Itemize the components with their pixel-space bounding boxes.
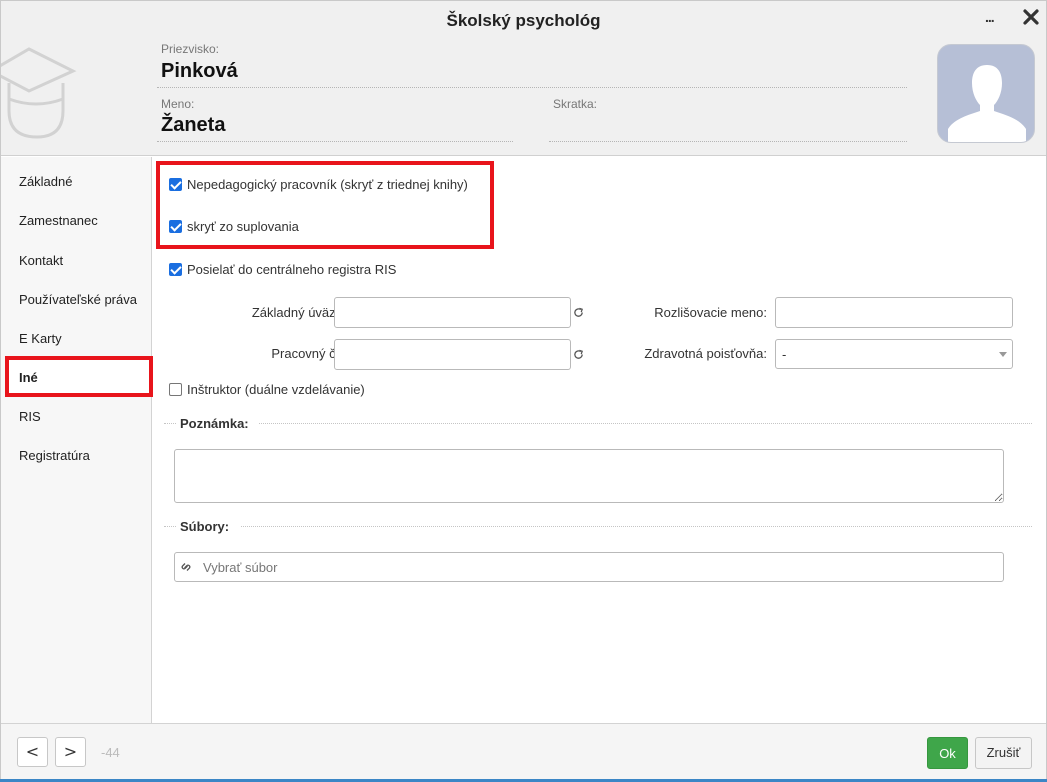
health-insurance-select[interactable]: - [775,339,1013,369]
ok-button[interactable]: Ok [927,737,968,769]
sidebar-item-registratura[interactable]: Registratúra [19,448,90,463]
title-bar: Školský psychológ ... [1,1,1046,39]
sidebar-item-ris[interactable]: RIS [19,409,41,424]
checkbox-highlight [156,161,494,249]
hide-substitution-checkbox[interactable] [169,220,182,233]
avatar[interactable] [937,44,1035,143]
non-pedagogical-label: Nepedagogický pracovník (skryť z triedne… [187,177,468,192]
send-ris-label: Posielať do centrálneho registra RIS [187,262,397,277]
sidebar-item-zakladne[interactable]: Základné [19,174,72,189]
files-section-title: Súbory: [180,519,230,534]
refresh-icon[interactable] [573,349,584,360]
hide-substitution-label: skryť zo suplovania [187,219,299,234]
firstname-underline [157,141,513,142]
files-section-line-right [241,526,1032,527]
note-textarea[interactable] [174,449,1004,503]
abbreviation-underline [549,141,907,142]
close-icon[interactable] [1021,7,1041,27]
files-section-line-left [164,526,176,527]
hide-substitution-row[interactable]: skryť zo suplovania [169,219,299,234]
instructor-label: Inštruktor (duálne vzdelávanie) [187,382,365,397]
note-section-line-left [164,423,176,424]
sidebar-item-zamestnanec[interactable]: Zamestnanec [19,213,98,228]
sidebar-item-ine[interactable]: Iné [19,370,38,385]
abbreviation-label: Skratka: [553,97,598,111]
employee-header: Priezvisko: Pinková Meno: Žaneta Skratka… [1,39,1046,156]
file-placeholder: Vybrať súbor [203,560,278,575]
working-time-input[interactable] [334,339,571,370]
distinguishing-name-input[interactable] [775,297,1013,328]
surname-label: Priezvisko: [161,42,220,56]
health-insurance-value: - [782,347,787,362]
base-workload-input[interactable] [334,297,571,328]
base-workload-label: Základný úväzok: [251,305,353,320]
employee-dialog: Školský psychológ ... Priezvisko: Pinkov… [0,0,1047,782]
record-id: -44 [101,745,120,760]
dialog-footer: < > -44 Ok Zrušiť [1,723,1046,781]
person-silhouette-icon [948,65,1026,142]
sidebar-item-e-karty[interactable]: E Karty [19,331,62,346]
main-panel: Nepedagogický pracovník (skryť z triedne… [153,157,1046,723]
sidebar-item-pouzivatelske-prava[interactable]: Používateľské práva [19,292,137,307]
paperclip-icon [181,563,191,571]
health-insurance-label: Zdravotná poisťovňa: [644,346,767,361]
teacher-cap-icon [1,47,77,139]
note-section-title: Poznámka: [180,416,249,431]
refresh-icon[interactable] [573,307,584,318]
firstname-value[interactable]: Žaneta [161,114,225,137]
file-picker[interactable]: Vybrať súbor [174,552,1004,582]
chevron-down-icon [999,352,1007,357]
firstname-label: Meno: [161,97,195,111]
non-pedagogical-checkbox[interactable] [169,178,182,191]
instructor-checkbox[interactable] [169,383,182,396]
sidebar-item-kontakt[interactable]: Kontakt [19,253,63,268]
send-ris-checkbox[interactable] [169,263,182,276]
note-section-line-right [259,423,1032,424]
more-options-button[interactable]: ... [985,9,995,25]
distinguishing-name-label: Rozlišovacie meno: [654,305,767,320]
surname-underline [157,87,907,88]
instructor-row[interactable]: Inštruktor (duálne vzdelávanie) [169,382,365,397]
non-pedagogical-row[interactable]: Nepedagogický pracovník (skryť z triedne… [169,177,468,192]
surname-value[interactable]: Pinková [161,60,238,83]
working-time-label: Pracovný čas: [271,346,353,361]
send-ris-row[interactable]: Posielať do centrálneho registra RIS [169,262,396,277]
previous-record-button[interactable]: < [17,737,48,767]
dialog-title: Školský psychológ [446,11,601,30]
next-record-button[interactable]: > [55,737,86,767]
sidebar: Základné Zamestnanec Kontakt Používateľs… [1,157,153,723]
cancel-button[interactable]: Zrušiť [975,737,1032,769]
